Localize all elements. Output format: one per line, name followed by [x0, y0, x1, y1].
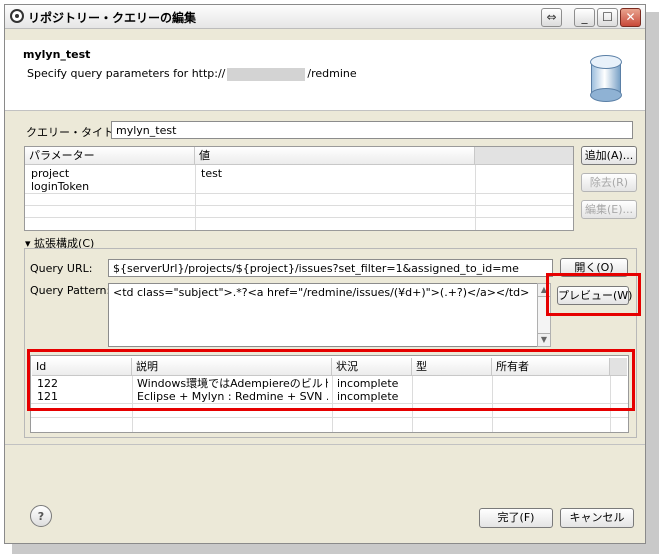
- results-highlight-box: [27, 349, 635, 411]
- query-pattern-label: Query Pattern:: [30, 284, 111, 297]
- preview-button[interactable]: プレビュー(W): [557, 286, 632, 305]
- cancel-button[interactable]: キャンセル: [560, 508, 634, 528]
- edit-parameter-button[interactable]: 編集(E)...: [581, 200, 637, 219]
- help-icon[interactable]: ?: [30, 505, 52, 527]
- close-button[interactable]: ✕: [620, 8, 641, 27]
- row-divider: [25, 205, 573, 206]
- finish-button[interactable]: 完了(F): [479, 508, 553, 528]
- app-icon: [10, 9, 24, 23]
- query-title-input[interactable]: mylyn_test: [111, 121, 633, 139]
- footer-divider: [5, 444, 645, 445]
- column-divider: [195, 165, 196, 230]
- desc-prefix: Specify query parameters for http://: [27, 67, 226, 80]
- row-divider: [25, 193, 573, 194]
- query-url-input[interactable]: ${serverUrl}/projects/${project}/issues?…: [108, 259, 553, 277]
- remove-parameter-button[interactable]: 除去(R): [581, 173, 637, 192]
- param-name-cell[interactable]: loginToken: [27, 181, 187, 193]
- window-title: リポジトリー・クエリーの編集: [28, 11, 197, 25]
- restore-size-button[interactable]: ⇔: [541, 8, 562, 27]
- repository-icon-top: [590, 55, 622, 69]
- repository-icon-bottom: [590, 88, 622, 102]
- add-parameter-button[interactable]: 追加(A)...: [581, 146, 637, 165]
- header-description: Specify query parameters for http:// /red…: [27, 67, 357, 81]
- param-name-cell[interactable]: project: [27, 168, 187, 180]
- value-column-header[interactable]: 値: [195, 147, 475, 165]
- query-url-label: Query URL:: [30, 262, 93, 275]
- param-column-header[interactable]: パラメーター: [25, 147, 195, 165]
- maximize-button[interactable]: ☐: [597, 8, 618, 27]
- redacted-host: [227, 67, 306, 81]
- scroll-down-icon[interactable]: ▼: [537, 333, 551, 347]
- desc-suffix: /redmine: [307, 67, 357, 80]
- header-filler: [475, 147, 573, 165]
- query-name-heading: mylyn_test: [23, 48, 91, 61]
- minimize-button[interactable]: _: [574, 8, 595, 27]
- param-value-cell[interactable]: test: [197, 168, 467, 180]
- row-divider: [25, 217, 573, 218]
- query-pattern-textarea[interactable]: <td class="subject">.*?<a href="/redmine…: [108, 283, 538, 347]
- row-divider: [31, 417, 628, 418]
- column-divider: [475, 165, 476, 230]
